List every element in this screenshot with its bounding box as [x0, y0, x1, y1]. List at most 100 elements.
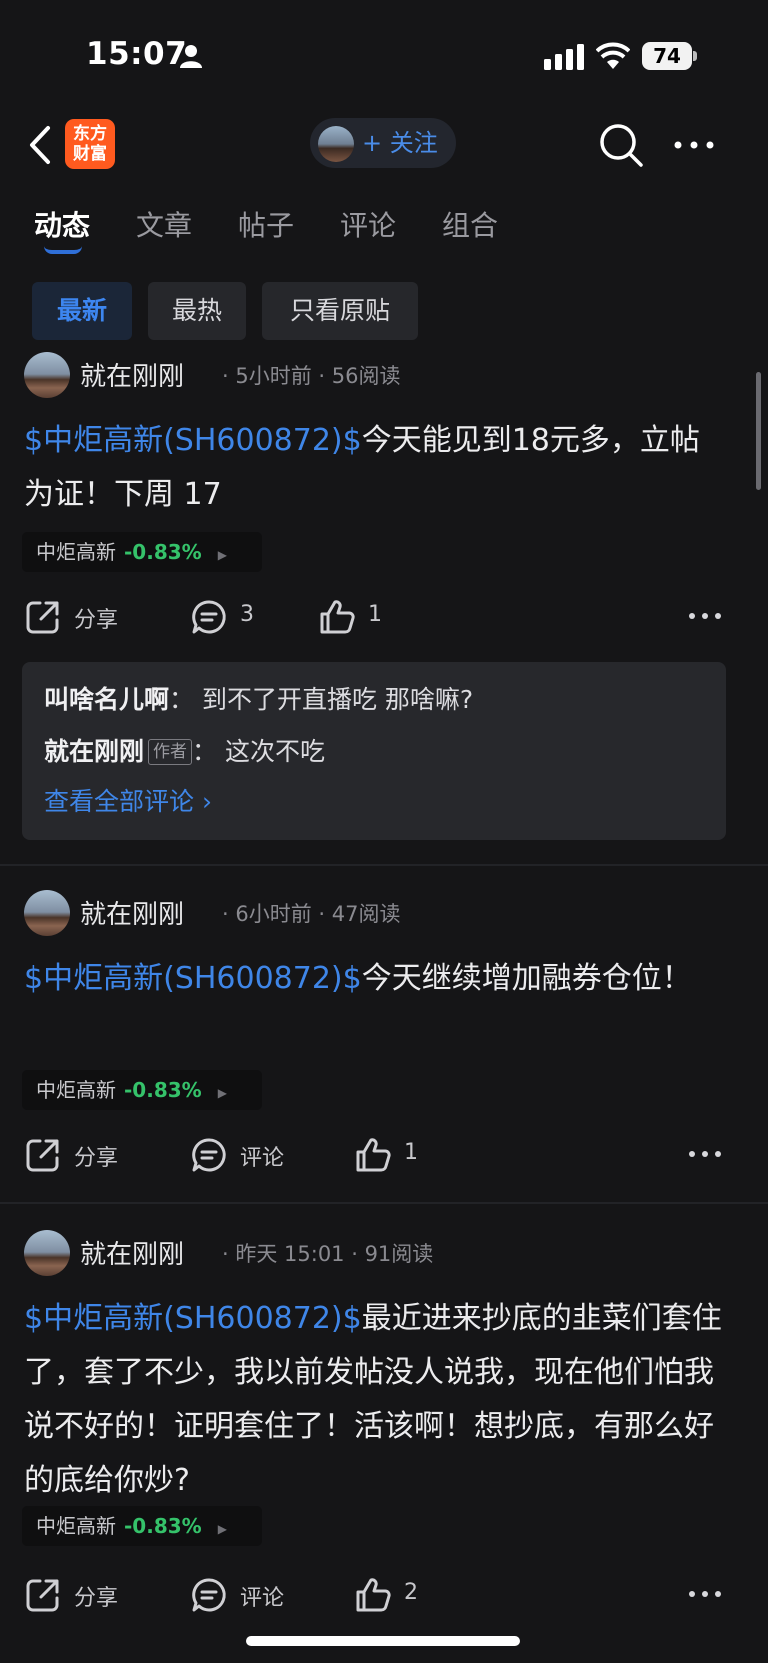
chip-arrow-icon: ▶ [217, 1086, 227, 1100]
like-button[interactable]: 1 [318, 594, 398, 640]
chip-stock-name: 中炬高新 [36, 1078, 116, 1102]
status-time: 15:07 [86, 36, 188, 72]
post-content[interactable]: $中炬高新(SH600872)$今天能见到18元多，立帖为证！下周 17 [24, 414, 724, 522]
thumbs-up-icon [356, 1578, 391, 1612]
post-item[interactable]: 就在刚刚 · 6小时前 · 47阅读 $中炬高新(SH600872)$今天继续增… [0, 890, 768, 1180]
chip-stock-name: 中炬高新 [36, 540, 116, 564]
comment-button[interactable]: 3 [190, 594, 280, 640]
comment-row: 叫啥名儿啊： 到不了开直播吃 那啥嘛? [44, 680, 473, 716]
chip-stock-name: 中炬高新 [36, 1514, 116, 1538]
battery-tip [693, 51, 697, 61]
logo-line-1: 东方 [73, 124, 107, 144]
author-name[interactable]: 就在刚刚 [80, 356, 184, 393]
stock-chip[interactable]: 中炬高新 -0.83% ▶ [22, 532, 262, 572]
logo-line-2: 财富 [73, 144, 107, 164]
comment-label: 评论 [240, 1146, 285, 1171]
stock-link[interactable]: $中炬高新(SH600872)$ [24, 961, 362, 996]
share-label: 分享 [74, 1586, 119, 1611]
post-content[interactable]: $中炬高新(SH600872)$今天继续增加融券仓位！ [24, 952, 724, 1006]
filter-hot[interactable]: 最热 [148, 282, 246, 340]
post-item[interactable]: 就在刚刚 · 5小时前 · 56阅读 $中炬高新(SH600872)$今天能见到… [0, 352, 768, 842]
tab-posts[interactable]: 帖子 [238, 204, 294, 244]
author-name[interactable]: 就在刚刚 [80, 1234, 184, 1271]
stock-chip[interactable]: 中炬高新 -0.83% ▶ [22, 1070, 262, 1110]
share-button[interactable]: 分享 [24, 1132, 134, 1178]
back-arrow-icon[interactable] [24, 124, 54, 166]
stock-chip[interactable]: 中炬高新 -0.83% ▶ [22, 1506, 262, 1546]
author-name[interactable]: 就在刚刚 [80, 894, 184, 931]
comment-label: 评论 [240, 1586, 285, 1611]
tab-comments[interactable]: 评论 [340, 204, 396, 244]
home-indicator[interactable] [246, 1636, 520, 1646]
share-icon [26, 1579, 59, 1612]
share-button[interactable]: 分享 [24, 1572, 134, 1618]
author-avatar[interactable] [24, 1230, 70, 1276]
post-more-icon[interactable] [688, 1144, 722, 1164]
comment-button[interactable]: 评论 [190, 1132, 300, 1178]
cellular-signal-icon [544, 44, 584, 70]
share-label: 分享 [74, 1146, 119, 1171]
status-bar: 15:07 74 [0, 0, 768, 110]
tab-portfolio[interactable]: 组合 [442, 204, 498, 244]
chip-change: -0.83% [124, 1078, 202, 1102]
commenter-name[interactable]: 叫啥名儿啊 [44, 685, 169, 714]
chip-arrow-icon: ▶ [217, 548, 227, 562]
comment-text: ： 这次不吃 [192, 737, 325, 766]
stock-link[interactable]: $中炬高新(SH600872)$ [24, 423, 362, 458]
thumbs-up-icon [320, 600, 355, 634]
post-divider [0, 864, 768, 866]
author-avatar[interactable] [24, 890, 70, 936]
comment-icon [192, 1138, 226, 1172]
chip-change: -0.83% [124, 1514, 202, 1538]
scrollbar[interactable] [756, 372, 761, 490]
post-header: 就在刚刚 · 6小时前 · 47阅读 [24, 890, 744, 936]
like-count: 1 [404, 1140, 418, 1165]
comment-icon [192, 1578, 226, 1612]
more-options-icon[interactable] [672, 130, 716, 160]
post-actions: 分享 3 1 [0, 594, 768, 640]
author-avatar[interactable] [24, 352, 70, 398]
app-logo: 东方 财富 [65, 119, 115, 169]
post-header: 就在刚刚 · 昨天 15:01 · 91阅读 [24, 1230, 744, 1276]
user-avatar [318, 126, 354, 162]
stock-link[interactable]: $中炬高新(SH600872)$ [24, 1301, 362, 1336]
post-meta: · 6小时前 · 47阅读 [222, 902, 401, 926]
active-tab-indicator [44, 246, 82, 254]
author-badge: 作者 [148, 739, 193, 765]
profile-tabs: 动态 文章 帖子 评论 组合 [0, 190, 768, 260]
post-content[interactable]: $中炬高新(SH600872)$最近进来抄底的韭菜们套住了，套了不少，我以前发帖… [24, 1292, 724, 1508]
post-actions: 分享 评论 1 [0, 1132, 768, 1178]
person-icon [180, 45, 202, 68]
battery-indicator: 74 [642, 42, 698, 70]
comment-button[interactable]: 评论 [190, 1572, 300, 1618]
follow-label: + 关注 [362, 129, 438, 157]
follow-button[interactable]: + 关注 [310, 118, 456, 168]
commenter-name[interactable]: 就在刚刚 [44, 737, 144, 766]
like-button[interactable]: 2 [354, 1572, 434, 1618]
filter-bar: 最新 最热 只看原贴 [0, 282, 768, 342]
like-button[interactable]: 1 [354, 1132, 434, 1178]
view-all-comments-link[interactable]: 查看全部评论 › [44, 782, 212, 818]
share-label: 分享 [74, 608, 119, 633]
filter-latest[interactable]: 最新 [32, 282, 132, 340]
tab-dynamics[interactable]: 动态 [34, 204, 90, 244]
share-button[interactable]: 分享 [24, 594, 134, 640]
post-header: 就在刚刚 · 5小时前 · 56阅读 [24, 352, 744, 398]
comment-icon [192, 600, 226, 634]
chip-arrow-icon: ▶ [217, 1522, 227, 1536]
post-divider [0, 1202, 768, 1204]
comment-preview[interactable]: 叫啥名儿啊： 到不了开直播吃 那啥嘛? 就在刚刚 作者： 这次不吃 查看全部评论 … [22, 662, 726, 840]
tab-articles[interactable]: 文章 [136, 204, 192, 244]
search-icon[interactable] [598, 122, 644, 168]
post-more-icon[interactable] [688, 606, 722, 626]
post-more-icon[interactable] [688, 1584, 722, 1604]
share-icon [26, 601, 59, 634]
like-count: 2 [404, 1580, 418, 1605]
filter-original-only[interactable]: 只看原贴 [262, 282, 418, 340]
nav-bar: 东方 财富 + 关注 [0, 110, 768, 186]
comment-count: 3 [240, 602, 254, 627]
post-meta: · 昨天 15:01 · 91阅读 [222, 1242, 434, 1266]
comment-row: 就在刚刚 作者： 这次不吃 [44, 732, 325, 768]
post-item[interactable]: 就在刚刚 · 昨天 15:01 · 91阅读 $中炬高新(SH600872)$最… [0, 1230, 768, 1630]
post-actions: 分享 评论 2 [0, 1572, 768, 1618]
